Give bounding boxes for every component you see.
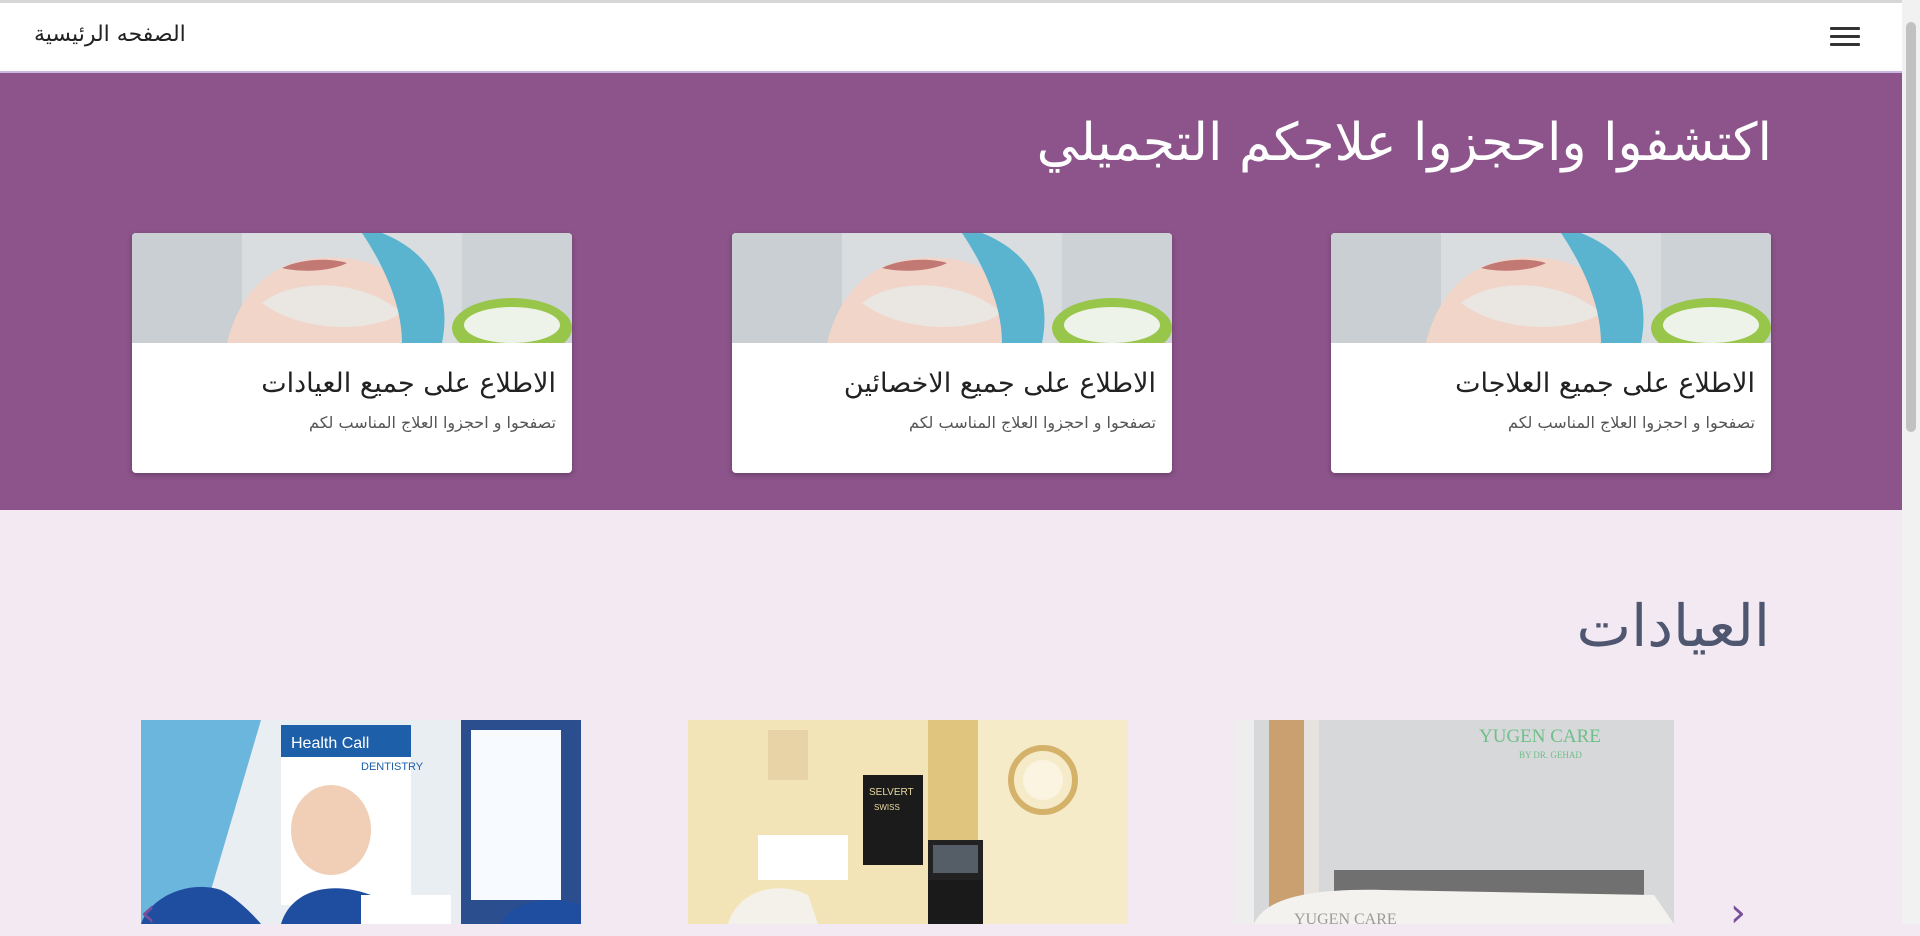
- card-text: تصفحوا و احجزوا العلاج المناسب لكم: [909, 413, 1156, 432]
- clinic-image-subtext: DENTISTRY: [361, 761, 424, 773]
- clinic-image-bottom-text: YUGEN CARE: [1294, 911, 1397, 924]
- card-title: الاطلاع على جميع الاخصائين: [843, 368, 1156, 399]
- facial-treatment-image: [1331, 233, 1771, 343]
- home-link[interactable]: الصفحه الرئيسية: [34, 22, 186, 47]
- card-title: الاطلاع على جميع العلاجات: [1455, 368, 1755, 399]
- card-text: تصفحوا و احجزوا العلاج المناسب لكم: [309, 413, 556, 432]
- card-all-clinics[interactable]: الاطلاع على جميع العيادات تصفحوا و احجزو…: [132, 233, 572, 473]
- chevron-left-icon[interactable]: ‹: [140, 890, 156, 936]
- clinics-section-title: العيادات: [1576, 592, 1770, 660]
- chevron-right-icon[interactable]: ›: [1730, 890, 1746, 936]
- facial-treatment-image: [732, 233, 1172, 343]
- clinic-image-text: YUGEN CARE: [1479, 726, 1601, 747]
- clinic-card-yugen-care[interactable]: YUGEN CARE BY DR. GEHAD YUGEN CARE: [1234, 720, 1674, 924]
- navbar: الصفحه الرئيسية: [0, 3, 1902, 73]
- clinic-image-subtext: SWISS: [874, 803, 900, 812]
- hero-title: اكتشفوا واحجزوا علاجكم التجميلي: [1036, 113, 1772, 173]
- card-title: الاطلاع على جميع العيادات: [261, 368, 556, 399]
- card-text: تصفحوا و احجزوا العلاج المناسب لكم: [1508, 413, 1755, 432]
- card-all-specialists[interactable]: الاطلاع على جميع الاخصائين تصفحوا و احجز…: [732, 233, 1172, 473]
- card-all-treatments[interactable]: الاطلاع على جميع العلاجات تصفحوا و احجزو…: [1331, 233, 1771, 473]
- facial-treatment-image: [132, 233, 572, 343]
- clinic-image-subtext: BY DR. GEHAD: [1519, 750, 1582, 760]
- clinic-card-selvert[interactable]: SELVERT SWISS: [688, 720, 1128, 924]
- clinic-image-text: Health Call: [291, 735, 369, 752]
- scrollbar[interactable]: [1902, 0, 1920, 924]
- clinic-card-health-call[interactable]: Health Call DENTISTRY: [141, 720, 581, 924]
- hero-section: اكتشفوا واحجزوا علاجكم التجميلي الاطلاع …: [0, 73, 1902, 510]
- hamburger-menu-icon[interactable]: [1830, 27, 1860, 51]
- scrollbar-thumb[interactable]: [1906, 22, 1916, 432]
- clinic-image-text: SELVERT: [869, 787, 914, 798]
